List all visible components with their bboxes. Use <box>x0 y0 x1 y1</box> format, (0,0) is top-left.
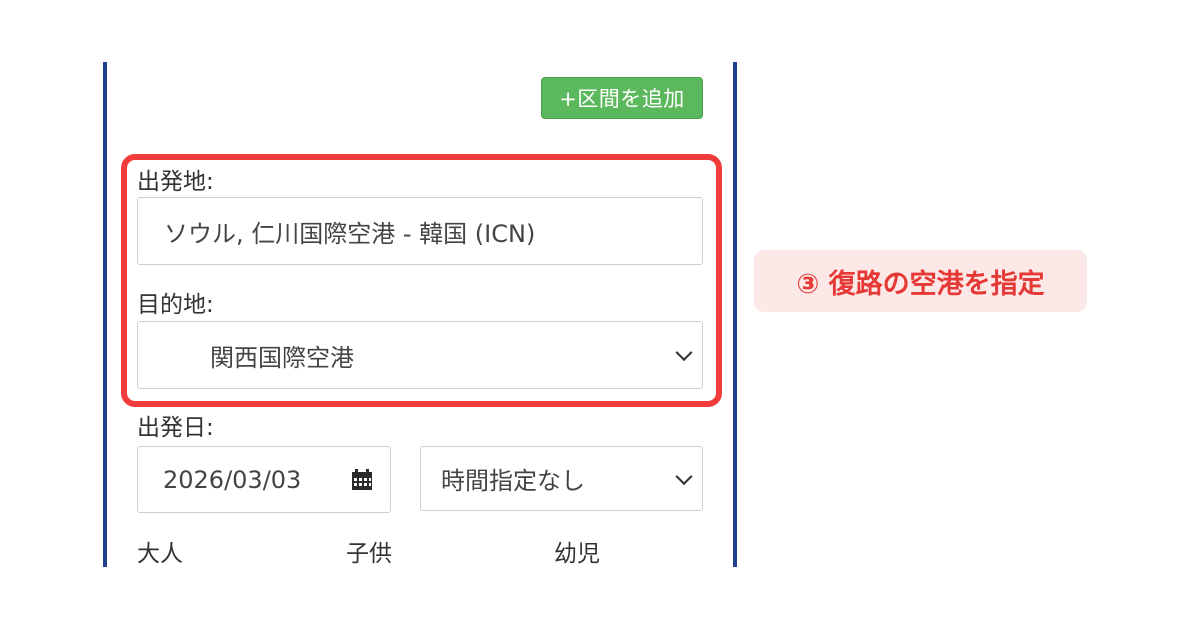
panel-border-left <box>103 62 107 567</box>
callout-text: ③ 復路の空港を指定 <box>796 268 1045 300</box>
highlight-frame <box>121 154 722 407</box>
chevron-down-icon <box>675 467 693 485</box>
date-label: 出発日: <box>137 415 214 441</box>
infant-label: 幼児 <box>554 541 600 567</box>
panel-border-right <box>733 62 737 567</box>
calendar-icon[interactable] <box>350 468 374 492</box>
add-segment-label: +区間を追加 <box>559 87 685 111</box>
time-value: 時間指定なし <box>441 467 585 495</box>
time-select[interactable]: 時間指定なし <box>420 446 703 511</box>
annotation-callout: ③ 復路の空港を指定 <box>754 250 1087 312</box>
add-segment-button[interactable]: +区間を追加 <box>541 77 703 119</box>
date-input[interactable]: 2026/03/03 <box>137 446 391 513</box>
adult-label: 大人 <box>137 541 183 567</box>
date-value: 2026/03/03 <box>163 465 302 494</box>
child-label: 子供 <box>346 541 392 567</box>
